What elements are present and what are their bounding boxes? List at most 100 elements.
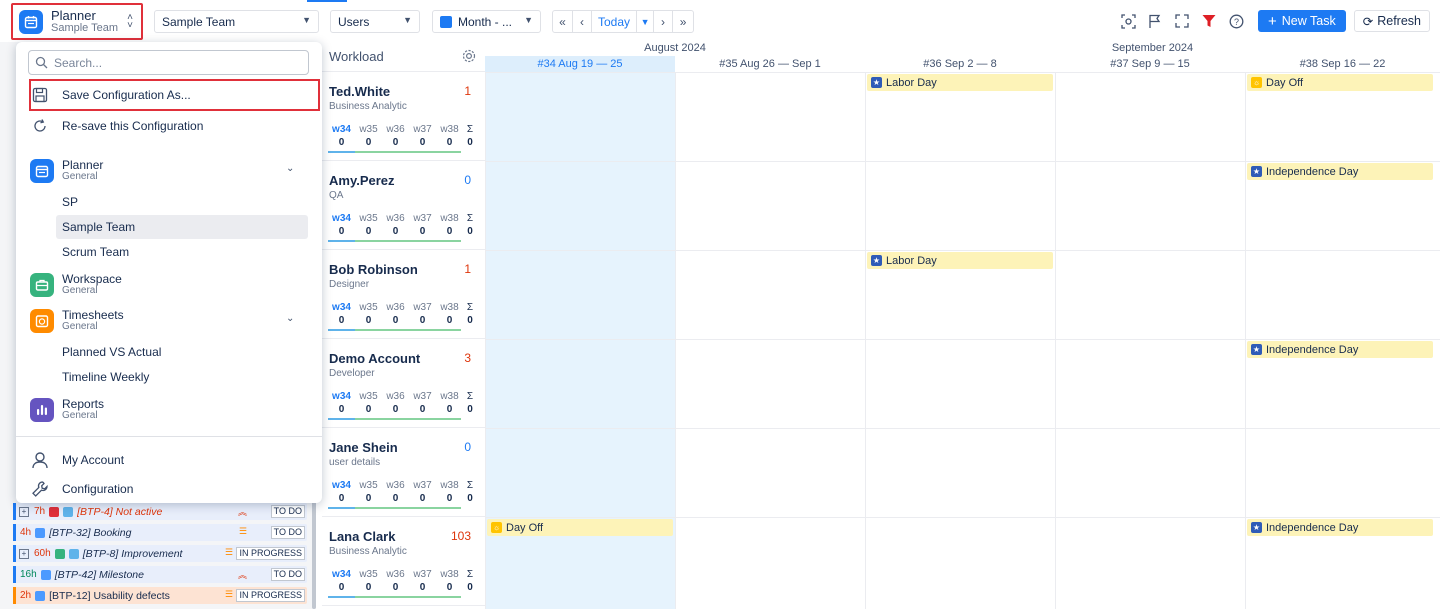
week-cell: w36 0 [382, 391, 409, 416]
app-entry-reports[interactable]: Reports General [30, 396, 104, 424]
week-value: 0 [419, 137, 426, 148]
chevron-right-icon[interactable]: › [654, 11, 674, 32]
week-value: 0 [419, 315, 426, 326]
double-chevron-left-icon[interactable]: « [553, 11, 573, 32]
week-cell: w37 0 [409, 391, 436, 416]
user-name[interactable]: Amy.Perez [329, 173, 395, 188]
app-entry-workspace[interactable]: Workspace General [30, 271, 122, 299]
chevron-down-icon[interactable]: ⌄ [286, 163, 294, 174]
configuration-item[interactable]: Configuration [30, 474, 133, 504]
week-header-current[interactable]: #34 Aug 19 — 25 [485, 56, 675, 72]
my-account-item[interactable]: My Account [30, 445, 124, 475]
focus-icon[interactable] [1119, 12, 1137, 30]
event-label: Independence Day [1266, 343, 1359, 356]
config-item-sample-team[interactable]: Sample Team [56, 215, 308, 239]
double-chevron-right-icon[interactable]: » [673, 11, 693, 32]
user-name[interactable]: Jane Shein [329, 440, 398, 455]
calendar-event[interactable]: ☼ Day Off [1247, 74, 1433, 91]
week-cell: w38 0 [436, 569, 463, 594]
priority-medium-icon: ☰ [238, 526, 247, 536]
calendar-icon [440, 15, 452, 28]
chevron-down-icon[interactable]: ▼ [637, 11, 655, 32]
team-select[interactable]: Sample Team ▼ [154, 10, 319, 33]
app-entry-timesheets[interactable]: Timesheets General ⌄ [30, 307, 294, 335]
backlog-scrollbar[interactable] [312, 500, 316, 609]
calendar-event[interactable]: ★ Labor Day [867, 74, 1053, 91]
backlog-task[interactable]: + 60h [BTP-8] Improvement ☰ IN PROGRESS [13, 545, 307, 562]
user-role: Business Analytic [329, 101, 407, 112]
app-entry-planner[interactable]: Planner General ⌄ [30, 157, 294, 185]
calendar-event[interactable]: ★ Independence Day [1247, 163, 1433, 180]
fullscreen-icon[interactable] [1173, 12, 1191, 30]
week-cell: w38 0 [436, 391, 463, 416]
expand-icon[interactable]: + [19, 506, 29, 517]
calendar-event[interactable]: ★ Independence Day [1247, 341, 1433, 358]
workload-user-row[interactable]: Bob Robinson Designer 1 w34 0 w35 0 w36 0 w37 0 w38… [322, 250, 485, 339]
week-value: 0 [467, 404, 473, 415]
task-title: [BTP-4] Not active [77, 505, 163, 518]
calendar-event[interactable]: ☼ Day Off [487, 519, 673, 536]
user-name[interactable]: Lana Clark [329, 529, 395, 544]
config-item-scrum-team[interactable]: Scrum Team [56, 240, 308, 264]
new-task-button[interactable]: + New Task [1258, 10, 1346, 32]
view-select[interactable]: Users ▼ [330, 10, 420, 33]
workload-user-row[interactable]: Amy.Perez QA 0 w34 0 w35 0 w36 0 w37 0 w38 0 Σ 0 [322, 161, 485, 250]
week-column[interactable] [865, 72, 1055, 609]
week-label: w35 [359, 391, 378, 402]
week-value: 0 [392, 137, 399, 148]
backlog-task[interactable]: 2h [BTP-12] Usability defects ☰ IN PROGR… [13, 587, 307, 604]
backlog-task[interactable]: 16h [BTP-42] Milestone ︽ TO DO [13, 566, 307, 583]
week-label: w36 [386, 480, 405, 491]
chevron-down-icon[interactable]: ⌄ [286, 313, 294, 324]
resave-configuration-item[interactable]: Re-save this Configuration [30, 111, 203, 141]
calendar-event[interactable]: ★ Independence Day [1247, 519, 1433, 536]
chevron-left-icon[interactable]: ‹ [573, 11, 592, 32]
filter-icon[interactable] [1200, 12, 1218, 30]
workload-user-row[interactable]: Lana Clark Business Analytic 103 w34 0 w35 0 w3… [322, 517, 485, 606]
task-count: 1 [464, 262, 471, 276]
priority-medium-icon: ☰ [224, 547, 233, 557]
week-cell: w36 0 [382, 302, 409, 327]
today-button[interactable]: Today [592, 11, 638, 32]
period-select[interactable]: Month - ... ▼ [432, 10, 541, 33]
workload-user-row[interactable]: Ted.White Business Analytic 1 w34 0 w35 0 w36 0 w… [322, 72, 485, 161]
week-cell: w36 0 [382, 480, 409, 505]
workload-user-row[interactable]: Jane Shein user details 0 w34 0 w35 0 w36 0 w37 0 w… [322, 428, 485, 517]
task-title: [BTP-32] Booking [49, 526, 132, 539]
config-item-sp[interactable]: SP [56, 190, 308, 214]
expand-icon[interactable]: + [19, 548, 29, 559]
backlog-task[interactable]: + 7h [BTP-4] Not active ︽ TO DO [13, 503, 307, 520]
week-cell: w35 0 [355, 302, 382, 327]
config-item-timeline-weekly[interactable]: Timeline Weekly [56, 365, 308, 389]
week-header[interactable]: #38 Sep 16 — 22 [1245, 56, 1440, 72]
week-header[interactable]: #35 Aug 26 — Sep 1 [675, 56, 865, 72]
gear-icon[interactable] [461, 48, 477, 67]
grid-row-line [485, 161, 1440, 162]
user-role: QA [329, 190, 344, 201]
user-name[interactable]: Bob Robinson [329, 262, 418, 277]
user-name[interactable]: Ted.White [329, 84, 390, 99]
backlog-task[interactable]: 4h [BTP-32] Booking ☰ TO DO [13, 524, 307, 541]
workload-user-row[interactable]: Demo Account Developer 3 w34 0 w35 0 w36 0 w37 0 w3… [322, 339, 485, 428]
help-icon[interactable]: ? [1227, 12, 1245, 30]
refresh-button[interactable]: ⟳ Refresh [1353, 10, 1430, 32]
config-item-planned-vs-actual[interactable]: Planned VS Actual [56, 340, 308, 364]
week-header[interactable]: #36 Sep 2 — 8 [865, 56, 1055, 72]
week-value: 0 [365, 404, 372, 415]
user-name[interactable]: Demo Account [329, 351, 420, 366]
week-label: w34 [332, 569, 351, 580]
search-input[interactable]: Search... [28, 50, 309, 75]
week-label: w36 [386, 213, 405, 224]
week-column[interactable] [675, 72, 865, 609]
week-column[interactable] [1055, 72, 1245, 609]
week-value: 0 [365, 582, 372, 593]
week-label: w36 [386, 302, 405, 313]
updown-chevron-icon: ˄ ˅ [127, 12, 133, 31]
week-value: 0 [446, 315, 453, 326]
app-switcher[interactable]: Planner Sample Team ˄ ˅ [11, 3, 143, 40]
week-value: 0 [338, 315, 345, 326]
configuration-label: Configuration [62, 482, 134, 496]
calendar-event[interactable]: ★ Labor Day [867, 252, 1053, 269]
flag-icon[interactable] [1146, 12, 1164, 30]
week-header[interactable]: #37 Sep 9 — 15 [1055, 56, 1245, 72]
